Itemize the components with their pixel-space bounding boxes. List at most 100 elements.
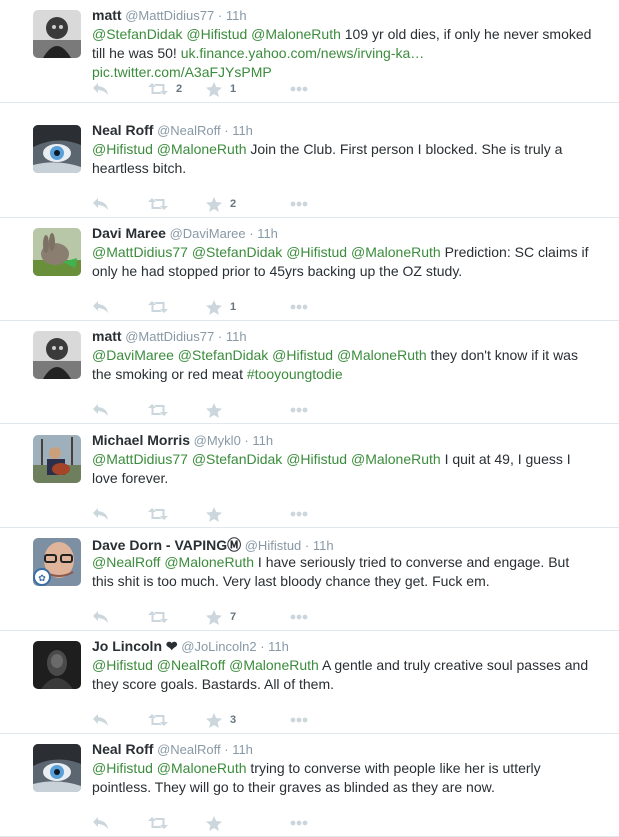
reply-button[interactable] [92, 196, 109, 212]
retweet-button[interactable]: 2 [148, 81, 182, 97]
retweet-button[interactable] [148, 815, 176, 831]
author-name[interactable]: Neal Roff [92, 122, 153, 138]
author-screen-name[interactable]: @JoLincoln2 [181, 639, 256, 654]
mention-link[interactable]: @MaloneRuth [164, 554, 254, 570]
avatar[interactable] [33, 125, 81, 173]
retweet-button[interactable] [148, 402, 176, 418]
mention-link[interactable]: @NealRoff [157, 657, 225, 673]
reply-button[interactable] [92, 712, 109, 728]
more-button[interactable] [290, 712, 308, 728]
more-button[interactable] [290, 506, 308, 522]
tweet-time[interactable]: 11h [268, 639, 289, 654]
author-screen-name[interactable]: @MattDidius77 [125, 8, 214, 23]
author-screen-name[interactable]: @DaviMaree [170, 226, 246, 241]
mention-link[interactable]: @StefanDidak [192, 244, 282, 260]
mention-link[interactable]: @Hifistud [186, 26, 247, 42]
mention-link[interactable]: @Hifistud [92, 657, 153, 673]
mention-link[interactable]: #tooyoungtodie [247, 366, 343, 382]
more-button[interactable] [290, 81, 308, 97]
mention-link[interactable]: @Hifistud [272, 347, 333, 363]
tweet-time[interactable]: 11h [257, 226, 278, 241]
retweet-button[interactable] [148, 506, 176, 522]
tweet[interactable]: Neal Roff @NealRoff · 11h @Hifistud @Malo… [0, 734, 619, 837]
avatar[interactable] [33, 744, 81, 792]
tweet-time[interactable]: 11h [226, 329, 247, 344]
mention-link[interactable]: @MaloneRuth [351, 451, 441, 467]
mention-link[interactable]: @Hifistud [92, 760, 153, 776]
mention-link[interactable]: @Hifistud [286, 244, 347, 260]
favorite-button[interactable]: 3 [206, 712, 236, 728]
author-screen-name[interactable]: @Mykl0 [194, 433, 241, 448]
mention-link[interactable]: @StefanDidak [92, 26, 182, 42]
reply-button[interactable] [92, 609, 109, 625]
mention-link[interactable]: @MaloneRuth [157, 141, 247, 157]
tweet[interactable]: Jo Lincoln ❤ @JoLincoln2 · 11h @Hifistud … [0, 631, 619, 734]
tweet-time[interactable]: 11h [232, 123, 253, 138]
mention-link[interactable]: @MaloneRuth [229, 657, 319, 673]
mention-link[interactable]: @DaviMaree [92, 347, 174, 363]
tweet[interactable]: Neal Roff @NealRoff · 11h @Hifistud @Malo… [0, 115, 619, 218]
retweet-button[interactable] [148, 196, 176, 212]
tweet-time[interactable]: 11h [252, 433, 273, 448]
retweet-button[interactable] [148, 299, 176, 315]
author-screen-name[interactable]: @MattDidius77 [125, 329, 214, 344]
tweet-time[interactable]: 11h [232, 742, 253, 757]
mention-link[interactable]: @StefanDidak [192, 451, 282, 467]
reply-button[interactable] [92, 402, 109, 418]
retweet-button[interactable] [148, 712, 176, 728]
mention-link[interactable]: @MaloneRuth [337, 347, 427, 363]
author-name[interactable]: Michael Morris [92, 432, 190, 448]
retweet-button[interactable] [148, 609, 176, 625]
tweet[interactable]: Michael Morris @Mykl0 · 11h @MattDidius77… [0, 425, 619, 528]
favorite-button[interactable] [206, 815, 230, 831]
mention-link[interactable]: @StefanDidak [178, 347, 268, 363]
mention-link[interactable]: @NealRoff [92, 554, 160, 570]
tweet-link[interactable]: uk.finance.yahoo.com/news/irving-ka… [181, 45, 425, 61]
author-name[interactable]: Jo Lincoln ❤ [92, 638, 178, 654]
avatar[interactable] [33, 435, 81, 483]
mention-link[interactable]: @MattDidius77 [92, 451, 188, 467]
tweet[interactable]: Davi Maree @DaviMaree · 11h @MattDidius77… [0, 218, 619, 321]
more-button[interactable] [290, 609, 308, 625]
favorite-button[interactable] [206, 506, 230, 522]
avatar[interactable] [33, 331, 81, 379]
avatar[interactable] [33, 641, 81, 689]
mention-link[interactable]: @MattDidius77 [92, 244, 188, 260]
tweet-time[interactable]: 11h [226, 8, 247, 23]
favorite-button[interactable]: 2 [206, 196, 236, 212]
favorite-button[interactable] [206, 402, 230, 418]
favorite-button[interactable]: 1 [206, 299, 236, 315]
author-screen-name[interactable]: @NealRoff [157, 742, 221, 757]
avatar[interactable]: ✿ [33, 538, 81, 586]
tweet[interactable]: matt @MattDidius77 · 11h @DaviMaree @Stef… [0, 321, 619, 424]
mention-link[interactable]: @MaloneRuth [157, 760, 247, 776]
author-name[interactable]: matt [92, 7, 122, 23]
avatar[interactable] [33, 228, 81, 276]
author-name[interactable]: Dave Dorn - VAPINGⓂ [92, 537, 241, 553]
reply-button[interactable] [92, 506, 109, 522]
avatar[interactable] [33, 10, 81, 58]
tweet-link[interactable]: pic.twitter.com/A3aFJYsPMP [92, 64, 272, 80]
author-name[interactable]: Davi Maree [92, 225, 166, 241]
mention-link[interactable]: @Hifistud [286, 451, 347, 467]
mention-link[interactable]: @MaloneRuth [251, 26, 341, 42]
more-button[interactable] [290, 402, 308, 418]
reply-button[interactable] [92, 815, 109, 831]
more-button[interactable] [290, 815, 308, 831]
tweet[interactable]: matt @MattDidius77 · 11h @StefanDidak @Hi… [0, 0, 619, 103]
reply-button[interactable] [92, 299, 109, 315]
author-screen-name[interactable]: @Hifistud [245, 538, 302, 553]
more-button[interactable] [290, 196, 308, 212]
favorite-button[interactable]: 1 [206, 81, 236, 97]
mention-link[interactable]: @MaloneRuth [351, 244, 441, 260]
tweet[interactable]: ✿ Dave Dorn - VAPINGⓂ @Hifistud · 11h @Nea… [0, 528, 619, 631]
favorite-button[interactable]: 7 [206, 609, 236, 625]
more-button[interactable] [290, 299, 308, 315]
mention-link[interactable]: @Hifistud [92, 141, 153, 157]
reply-button[interactable] [92, 81, 109, 97]
author-name[interactable]: matt [92, 328, 122, 344]
reply-icon [92, 82, 109, 96]
author-screen-name[interactable]: @NealRoff [157, 123, 221, 138]
author-name[interactable]: Neal Roff [92, 741, 153, 757]
tweet-time[interactable]: 11h [313, 538, 334, 553]
